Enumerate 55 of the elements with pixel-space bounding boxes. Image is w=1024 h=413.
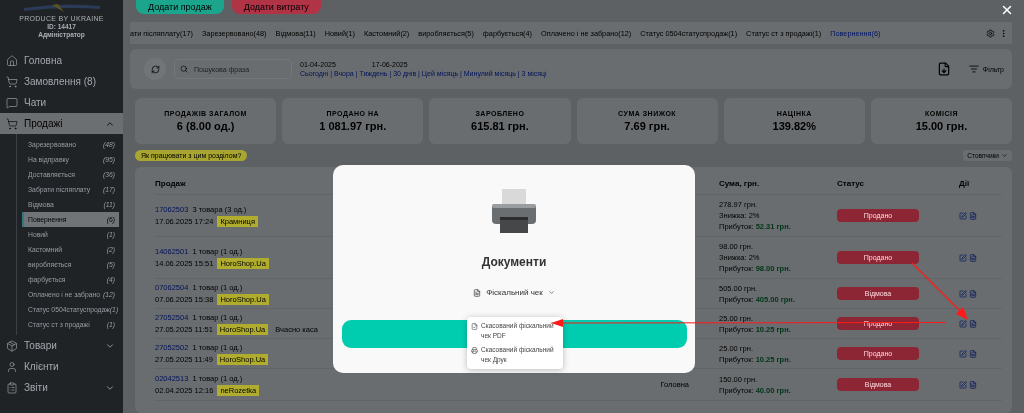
document-icon <box>473 288 482 297</box>
document-icon[interactable] <box>969 211 977 220</box>
stat-value: 615.81 грн. <box>471 120 529 132</box>
home-icon <box>6 54 18 67</box>
document-icon[interactable] <box>969 380 977 389</box>
sidebar-item[interactable]: Звіти <box>0 377 123 398</box>
edit-icon[interactable] <box>959 319 967 328</box>
stat-value: 7.69 грн. <box>624 120 670 132</box>
clipboard-icon <box>6 381 18 394</box>
chevron-down-icon <box>547 289 555 296</box>
add-button[interactable]: Додати продаж <box>136 0 224 14</box>
document-icon[interactable] <box>969 349 977 358</box>
column-header: Продаж <box>155 179 187 188</box>
cart-icon <box>6 75 18 88</box>
document-download-icon <box>936 62 951 76</box>
dialog-title: Документи <box>481 255 547 269</box>
stat-value: 15.00 грн. <box>915 120 968 132</box>
column-header: Статус <box>837 179 865 188</box>
close-icon <box>1000 3 1014 17</box>
edit-icon[interactable] <box>959 349 967 358</box>
sidebar-item[interactable]: Замовлення (8) <box>0 71 123 92</box>
box-icon <box>6 339 18 352</box>
document-icon[interactable] <box>969 289 977 298</box>
refresh-icon <box>150 64 160 74</box>
settings-icon[interactable] <box>986 28 995 38</box>
stat-value: 139.82% <box>772 120 816 132</box>
column-header: Дії <box>959 179 971 188</box>
close-button[interactable] <box>1000 3 1014 17</box>
search-icon <box>180 65 188 73</box>
stat-value: 6 (8.00 од.) <box>176 120 235 132</box>
refresh-button[interactable] <box>144 58 166 80</box>
stat-value: 1 081.97 грн. <box>319 120 387 132</box>
edit-icon[interactable] <box>959 253 967 262</box>
chevron-down-icon <box>1001 152 1008 159</box>
sidebar-item[interactable]: Клієнти <box>0 356 123 377</box>
document-icon[interactable] <box>969 319 977 328</box>
sidebar-item[interactable]: Головна <box>0 50 123 71</box>
edit-icon[interactable] <box>959 380 967 389</box>
user-icon <box>6 360 18 373</box>
filter-icon <box>968 64 979 74</box>
export-button[interactable] <box>936 62 951 76</box>
edit-icon[interactable] <box>959 211 967 220</box>
document-type-select[interactable]: Фіскальний чек <box>467 287 561 298</box>
sidebar-item[interactable]: Чати <box>0 92 123 113</box>
add-button[interactable]: Додати витрату <box>231 0 321 14</box>
edit-icon[interactable] <box>959 289 967 298</box>
more-icon[interactable] <box>999 28 1008 38</box>
cart-icon <box>6 117 18 130</box>
column-header: Сума, грн. <box>719 179 761 188</box>
document-icon <box>471 323 478 330</box>
sidebar-item[interactable]: Товари <box>0 335 123 356</box>
chat-icon <box>6 96 18 109</box>
printer-icon <box>471 347 478 354</box>
sidebar-item[interactable]: Продажі <box>0 113 123 134</box>
document-icon[interactable] <box>969 253 977 262</box>
